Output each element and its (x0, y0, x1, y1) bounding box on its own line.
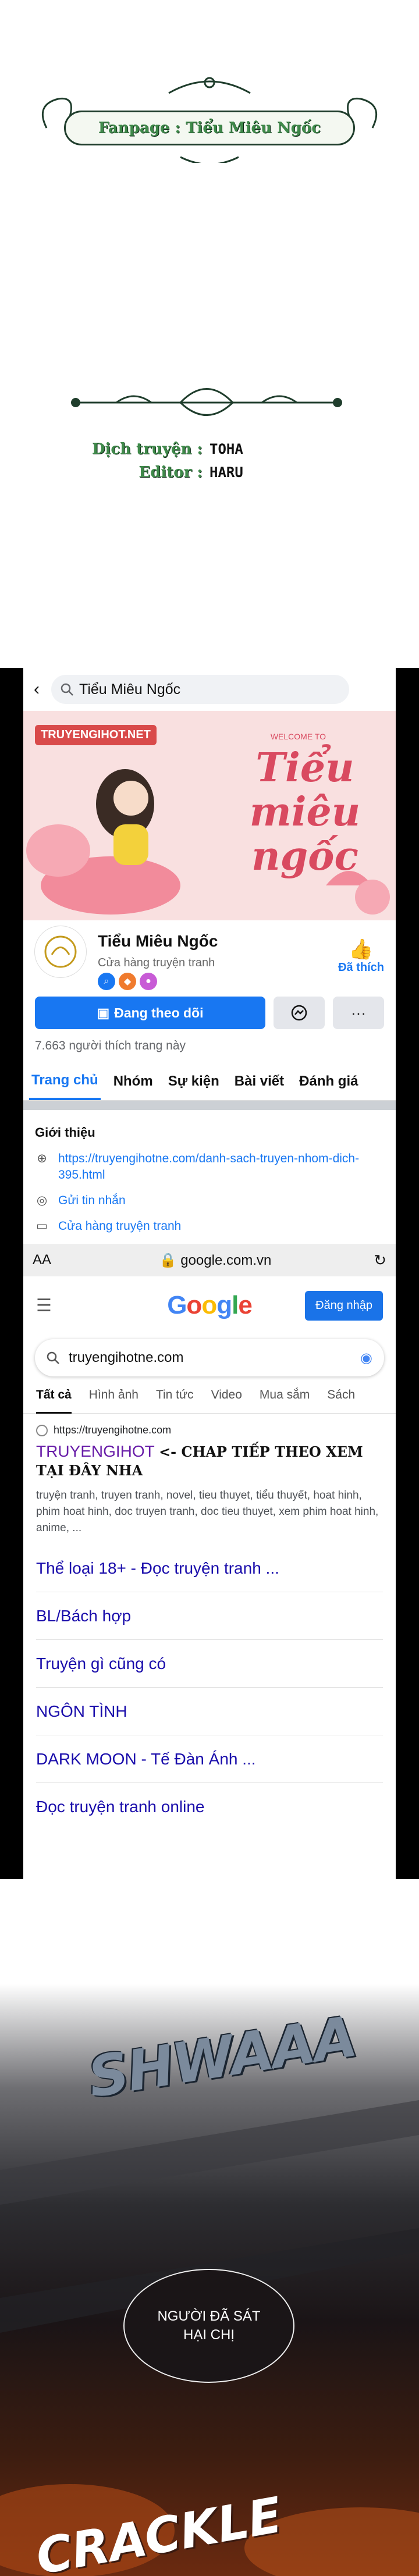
intro-link[interactable]: https://truyengihotne.com/danh-sach-truy… (58, 1151, 384, 1183)
sitelink[interactable]: Đọc truyện tranh online (36, 1783, 383, 1831)
result-url: https://truyengihotne.com (54, 1424, 172, 1436)
tab-home[interactable]: Trang chủ (29, 1062, 101, 1100)
comic-background (0, 2100, 419, 2576)
fb-search-field[interactable]: Tiểu Miêu Ngốc (51, 675, 349, 704)
tab-video[interactable]: Video (211, 1388, 242, 1413)
messenger-button[interactable] (274, 997, 325, 1029)
intro-message[interactable]: Gửi tin nhắn (58, 1193, 126, 1209)
group-badge-icon: ● (140, 973, 157, 990)
page-category: Cửa hàng truyện tranh (98, 956, 215, 969)
url-text: 🔒 google.com.vn (68, 1252, 363, 1269)
shop-badge-icon: ◆ (119, 973, 136, 990)
intro-link-row[interactable]: ⊕ https://truyengihotne.com/danh-sach-tr… (35, 1151, 384, 1183)
reload-icon[interactable]: ↻ (363, 1251, 386, 1269)
intro-title: Giới thiệu (35, 1125, 95, 1140)
page-name: Tiểu Miêu Ngốc (98, 932, 218, 950)
credit-value: TOHA (210, 441, 243, 457)
intro-section: Giới thiệu ⊕ https://truyengihotne.com/d… (23, 1110, 396, 1234)
site-badge: TRUYENGIHOT.NET (35, 725, 157, 745)
globe-icon: ⊕ (37, 1152, 47, 1165)
url-value: google.com.vn (180, 1252, 272, 1268)
tab-posts[interactable]: Bài viết (232, 1062, 286, 1100)
likes-count: 7.663 người thích trang này (35, 1039, 186, 1052)
tab-all[interactable]: Tất cả (36, 1388, 72, 1414)
sitelink[interactable]: NGÔN TÌNH (36, 1688, 383, 1735)
follow-button[interactable]: ▣ Đang theo dõi (35, 997, 265, 1029)
thumbs-up-icon: 👍 (349, 938, 374, 960)
sitelink[interactable]: BL/Bách hợp (36, 1592, 383, 1640)
intro-message-row[interactable]: ◎ Gửi tin nhắn (35, 1193, 384, 1209)
search-icon (61, 683, 73, 696)
liked-button[interactable]: 👍 Đã thích (338, 938, 384, 974)
site-favicon-icon (36, 1424, 48, 1436)
calendar-check-icon: ▣ (97, 1005, 110, 1020)
more-icon: ··· (351, 1004, 366, 1022)
tab-shopping[interactable]: Mua sắm (260, 1388, 310, 1413)
follow-label: Đang theo dõi (114, 1005, 204, 1020)
page-actions: ▣ Đang theo dõi ··· (23, 996, 396, 1030)
result-title[interactable]: TRUYENGIHOT (36, 1442, 154, 1460)
shop-icon: ▭ (36, 1219, 48, 1233)
banner-frame: Fanpage : Tiểu Miêu Ngốc (64, 111, 355, 145)
result-snippet: truyện tranh, truyen tranh, novel, tieu … (36, 1489, 379, 1534)
intro-category[interactable]: Cửa hàng truyện tranh (58, 1218, 181, 1234)
speech-bubble: NGƯỜI ĐÃ SÁT HẠI CHỊ (123, 2269, 294, 2383)
text-size-button[interactable]: AA (33, 1252, 68, 1268)
sitelink[interactable]: DARK MOON - Tế Đàn Ánh ... (36, 1735, 383, 1783)
bubble-text: NGƯỜI ĐÃ SÁT HẠI CHỊ (157, 2308, 261, 2343)
search-icon (47, 1351, 59, 1364)
tab-news[interactable]: Tin tức (156, 1388, 194, 1413)
credit-value: HARU (210, 464, 243, 481)
translator-credits: Dịch truyện : TOHA Editor : HARU (70, 437, 279, 484)
tab-groups[interactable]: Nhóm (111, 1062, 155, 1100)
comic-panel: SHWAAA NGƯỜI ĐÃ SÁT HẠI CHỊ CRACKLE (0, 1879, 419, 2576)
liked-label: Đã thích (338, 961, 384, 974)
result-url-row[interactable]: https://truyengihotne.com (36, 1424, 383, 1436)
more-button[interactable]: ··· (333, 997, 384, 1029)
sign-in-button[interactable]: Đăng nhập (305, 1290, 383, 1321)
search-result: https://truyengihotne.com TRUYENGIHOT <-… (23, 1414, 396, 1536)
fb-top-bar: ‹ Tiểu Miêu Ngốc (23, 668, 396, 711)
intro-category-row[interactable]: ▭ Cửa hàng truyện tranh (35, 1218, 384, 1234)
back-arrow-icon[interactable]: ‹ (29, 679, 44, 699)
google-search-box[interactable]: truyengihotne.com ◉ (35, 1339, 384, 1376)
fb-search-text: Tiểu Miêu Ngốc (79, 681, 181, 698)
tab-reviews[interactable]: Đánh giá (297, 1062, 360, 1100)
google-tabs: Tất cả Hình ảnh Tin tức Video Mua sắm Sá… (23, 1376, 396, 1414)
search-badge-icon: ⌕ (98, 973, 115, 990)
credit-editor: Editor : HARU (70, 461, 279, 484)
cover-photo[interactable]: TRUYENGIHOT.NET WELCOME TO Tiểu miêu ngố… (23, 711, 396, 920)
google-logo[interactable]: Google (167, 1291, 253, 1320)
lens-icon[interactable]: ◉ (360, 1350, 372, 1367)
page-profile: Tiểu Miêu Ngốc Cửa hàng truyện tranh ⌕ ◆… (23, 920, 396, 996)
phone-screen: ‹ Tiểu Miêu Ngốc TRUYENGIHOT.NET WELCOME… (23, 668, 396, 1879)
fanpage-label: Fanpage : Tiểu Miêu Ngốc (98, 119, 321, 137)
divider-ornament (71, 388, 342, 416)
credit-label: Editor : (139, 464, 203, 481)
lock-icon: 🔒 (159, 1252, 177, 1268)
credit-translator: Dịch truyện : TOHA (70, 437, 279, 461)
welcome-text: WELCOME TO (270, 732, 326, 741)
menu-icon[interactable]: ☰ (36, 1296, 52, 1316)
tab-images[interactable]: Hình ảnh (89, 1388, 139, 1413)
page-avatar[interactable] (35, 926, 86, 977)
sitelink[interactable]: Truyện gì cũng có (36, 1640, 383, 1688)
browser-url-bar[interactable]: AA 🔒 google.com.vn ↻ (23, 1244, 396, 1276)
messenger-small-icon: ◎ (36, 1194, 48, 1207)
search-query: truyengihotne.com (69, 1350, 184, 1365)
sitelink[interactable]: Thể loại 18+ - Đọc truyện tranh ... (36, 1545, 383, 1592)
phone-screenshot: ‹ Tiểu Miêu Ngốc TRUYENGIHOT.NET WELCOME… (0, 668, 419, 1879)
result-title-row: TRUYENGIHOT <- CHAP TIẾP THEO XEM TẠI ĐÂ… (36, 1442, 383, 1479)
credit-label: Dịch truyện : (91, 440, 203, 458)
section-divider (23, 1101, 396, 1110)
page-badges: ⌕ ◆ ● (98, 973, 157, 990)
fanpage-banner: Fanpage : Tiểu Miêu Ngốc (23, 70, 396, 163)
google-header: ☰ Google Đăng nhập (23, 1276, 396, 1335)
tab-events[interactable]: Sự kiện (166, 1062, 222, 1100)
cover-script-title: Tiểu miêu ngốc (249, 745, 361, 880)
tab-books[interactable]: Sách (327, 1388, 355, 1413)
fb-tab-bar: Trang chủ Nhóm Sự kiện Bài viết Đánh giá (23, 1062, 396, 1101)
avatar-logo-icon (44, 935, 77, 968)
messenger-icon (291, 1005, 307, 1021)
